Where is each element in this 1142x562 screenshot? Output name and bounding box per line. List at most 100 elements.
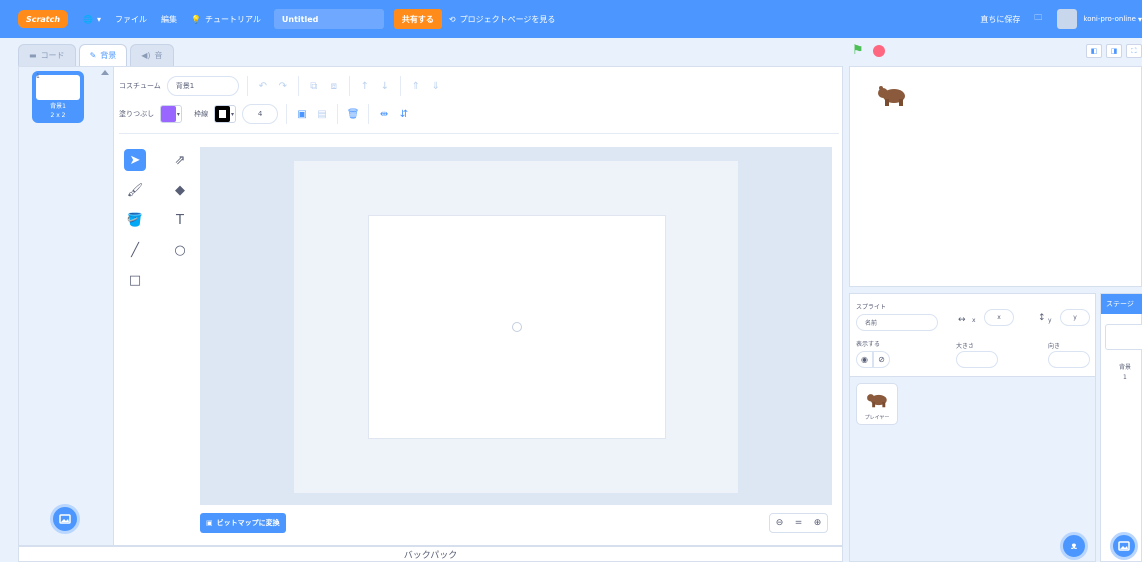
bear-sprite[interactable]	[878, 85, 908, 107]
language-menu[interactable]: 🌐 ▾	[76, 0, 108, 38]
size-input[interactable]	[956, 351, 998, 368]
redo-icon[interactable]: ↷	[276, 79, 290, 93]
image-icon	[1118, 541, 1130, 551]
sprite-info-panel: スプライト 名前 ↔ x x ↕ y y 表示する ◉ ⊘ 大きさ 向き	[849, 293, 1096, 377]
costume-toolbar-row: コスチューム 背景1 ↶ ↷ ⧉ ⧈ ↑ ↓ ⇑ ⇓	[119, 75, 443, 97]
sprite-name-input[interactable]: 名前	[856, 314, 938, 331]
paint-editor: コスチューム 背景1 ↶ ↷ ⧉ ⧈ ↑ ↓ ⇑ ⇓ 塗りつぶし ▾ 枠線 ▾ …	[113, 66, 843, 546]
stage-canvas[interactable]	[849, 66, 1142, 287]
rectangle-tool[interactable]: □	[124, 269, 146, 291]
direction-input[interactable]	[1048, 351, 1090, 368]
chevron-down-icon: ▾	[231, 110, 235, 118]
style-toolbar-row: 塗りつぶし ▾ 枠線 ▾ 4 ▣ ▤ 🗑 ⇹ ⇵	[119, 103, 411, 125]
hide-visible-icon[interactable]: ⊘	[873, 351, 890, 368]
see-project-page-button[interactable]: ⟲ プロジェクトページを見る	[442, 0, 563, 38]
chevron-down-icon: ▾	[176, 110, 180, 118]
reshape-tool[interactable]: ⇗	[169, 149, 191, 171]
circle-tool[interactable]: ○	[169, 239, 191, 261]
stage-thumbnail	[1105, 324, 1142, 350]
image-icon	[59, 514, 71, 524]
lightbulb-icon: 💡	[190, 14, 201, 24]
delete-icon[interactable]: 🗑	[346, 107, 360, 121]
costume-thumbnail	[36, 75, 80, 100]
fill-color-picker[interactable]: ▾	[160, 105, 183, 123]
tab-costumes-label: 背景	[100, 51, 117, 60]
backpack[interactable]: バックパック	[18, 546, 843, 562]
stage-target-panel[interactable]: ステージ 背景 1	[1100, 293, 1142, 562]
center-crosshair-icon	[512, 322, 522, 332]
tab-code-label: コード	[40, 51, 65, 60]
y-input[interactable]: y	[1060, 309, 1090, 326]
drawing-canvas[interactable]	[200, 147, 832, 505]
paste-icon[interactable]: ▤	[315, 107, 329, 121]
eraser-tool[interactable]: ◆	[169, 179, 191, 201]
add-sprite-button[interactable]: ᴥ	[1060, 532, 1088, 560]
outline-width-input[interactable]: 4	[242, 104, 279, 124]
select-tool[interactable]: ➤	[124, 149, 146, 171]
see-project-page-label: プロジェクトページを見る	[459, 14, 556, 24]
vertical-arrows-icon: ↕	[1038, 313, 1046, 323]
green-flag-icon[interactable]: ⚑	[852, 43, 864, 58]
my-stuff-button[interactable]: 🗀	[1027, 0, 1049, 38]
sprite-list: プレイヤー	[849, 377, 1096, 562]
tutorial-menu[interactable]: 💡 チュートリアル	[184, 0, 268, 38]
costume-name-input[interactable]: 背景1	[166, 76, 239, 96]
x-input[interactable]: x	[984, 309, 1014, 326]
menu-bar: Scratch 🌐 ▾ ファイル 編集 💡 チュートリアル Untitled 共有…	[0, 0, 1142, 38]
tutorial-label: チュートリアル	[204, 14, 261, 24]
save-now-button[interactable]: 直ちに保存	[973, 0, 1027, 38]
zoom-out-icon[interactable]: ⊖	[770, 514, 789, 532]
costume-number: 1	[36, 73, 40, 80]
copy-icon[interactable]: ▣	[295, 107, 309, 121]
username[interactable]: koni-pro-online	[1083, 15, 1136, 23]
large-stage-icon[interactable]: ◨	[1106, 44, 1122, 58]
size-label: 大きさ	[956, 343, 975, 350]
outline-color-picker[interactable]: ▾	[214, 105, 237, 123]
small-stage-icon[interactable]: ◧	[1086, 44, 1102, 58]
backdrops-count: 1	[1123, 374, 1127, 381]
add-backdrop-button[interactable]	[1110, 532, 1138, 560]
chevron-down-icon: ▾	[1137, 14, 1142, 24]
convert-to-bitmap-button[interactable]: ▣ ビットマップに変換	[200, 513, 286, 533]
file-menu[interactable]: ファイル	[108, 0, 154, 38]
paintbrush-icon: ✎	[89, 51, 97, 60]
forward-icon[interactable]: ↑	[358, 79, 372, 93]
back-icon[interactable]: ⇓	[429, 79, 443, 93]
project-title-input[interactable]: Untitled	[273, 9, 384, 29]
group-icon[interactable]: ⧉	[307, 79, 321, 93]
tab-sounds[interactable]: ◀) 音	[130, 44, 174, 66]
scroll-up-arrow[interactable]	[101, 70, 109, 75]
flip-horizontal-icon[interactable]: ⇹	[377, 107, 391, 121]
fill-tool[interactable]: 🪣	[124, 209, 146, 231]
show-visible-icon[interactable]: ◉	[856, 351, 873, 368]
editor-tabs: ▬ コード ✎ 背景 ◀) 音	[18, 44, 174, 66]
bear-icon	[867, 394, 887, 408]
front-icon[interactable]: ⇑	[409, 79, 423, 93]
stop-icon[interactable]	[873, 45, 885, 57]
tab-code[interactable]: ▬ コード	[18, 44, 76, 66]
scratch-logo[interactable]: Scratch	[18, 10, 68, 28]
edit-menu[interactable]: 編集	[154, 0, 184, 38]
avatar[interactable]	[1057, 9, 1078, 29]
flip-vertical-icon[interactable]: ⇵	[397, 107, 411, 121]
costume-tile[interactable]: 1 背景1 2 x 2	[32, 71, 84, 123]
tab-costumes[interactable]: ✎ 背景	[78, 44, 128, 66]
stage-panel-title: ステージ	[1101, 294, 1142, 314]
fill-color-swatch	[161, 106, 176, 122]
canvas-stage-bounds	[368, 215, 666, 439]
fill-label: 塗りつぶし	[119, 110, 155, 118]
brush-tool[interactable]: 🖌	[124, 179, 146, 201]
zoom-controls: ⊖ = ⊕	[769, 513, 828, 533]
fullscreen-icon[interactable]: ⛶	[1126, 44, 1142, 58]
line-tool[interactable]: ╱	[124, 239, 146, 261]
text-tool[interactable]: T	[169, 209, 191, 231]
zoom-reset-button[interactable]: =	[789, 514, 808, 532]
share-button[interactable]: 共有する	[393, 9, 442, 29]
zoom-in-icon[interactable]: ⊕	[808, 514, 827, 532]
backward-icon[interactable]: ↓	[378, 79, 392, 93]
undo-icon[interactable]: ↶	[256, 79, 270, 93]
sprite-tile[interactable]: プレイヤー	[856, 383, 898, 425]
direction-label: 向き	[1048, 343, 1061, 350]
ungroup-icon[interactable]: ⧈	[327, 79, 341, 93]
add-costume-button[interactable]	[50, 504, 80, 534]
